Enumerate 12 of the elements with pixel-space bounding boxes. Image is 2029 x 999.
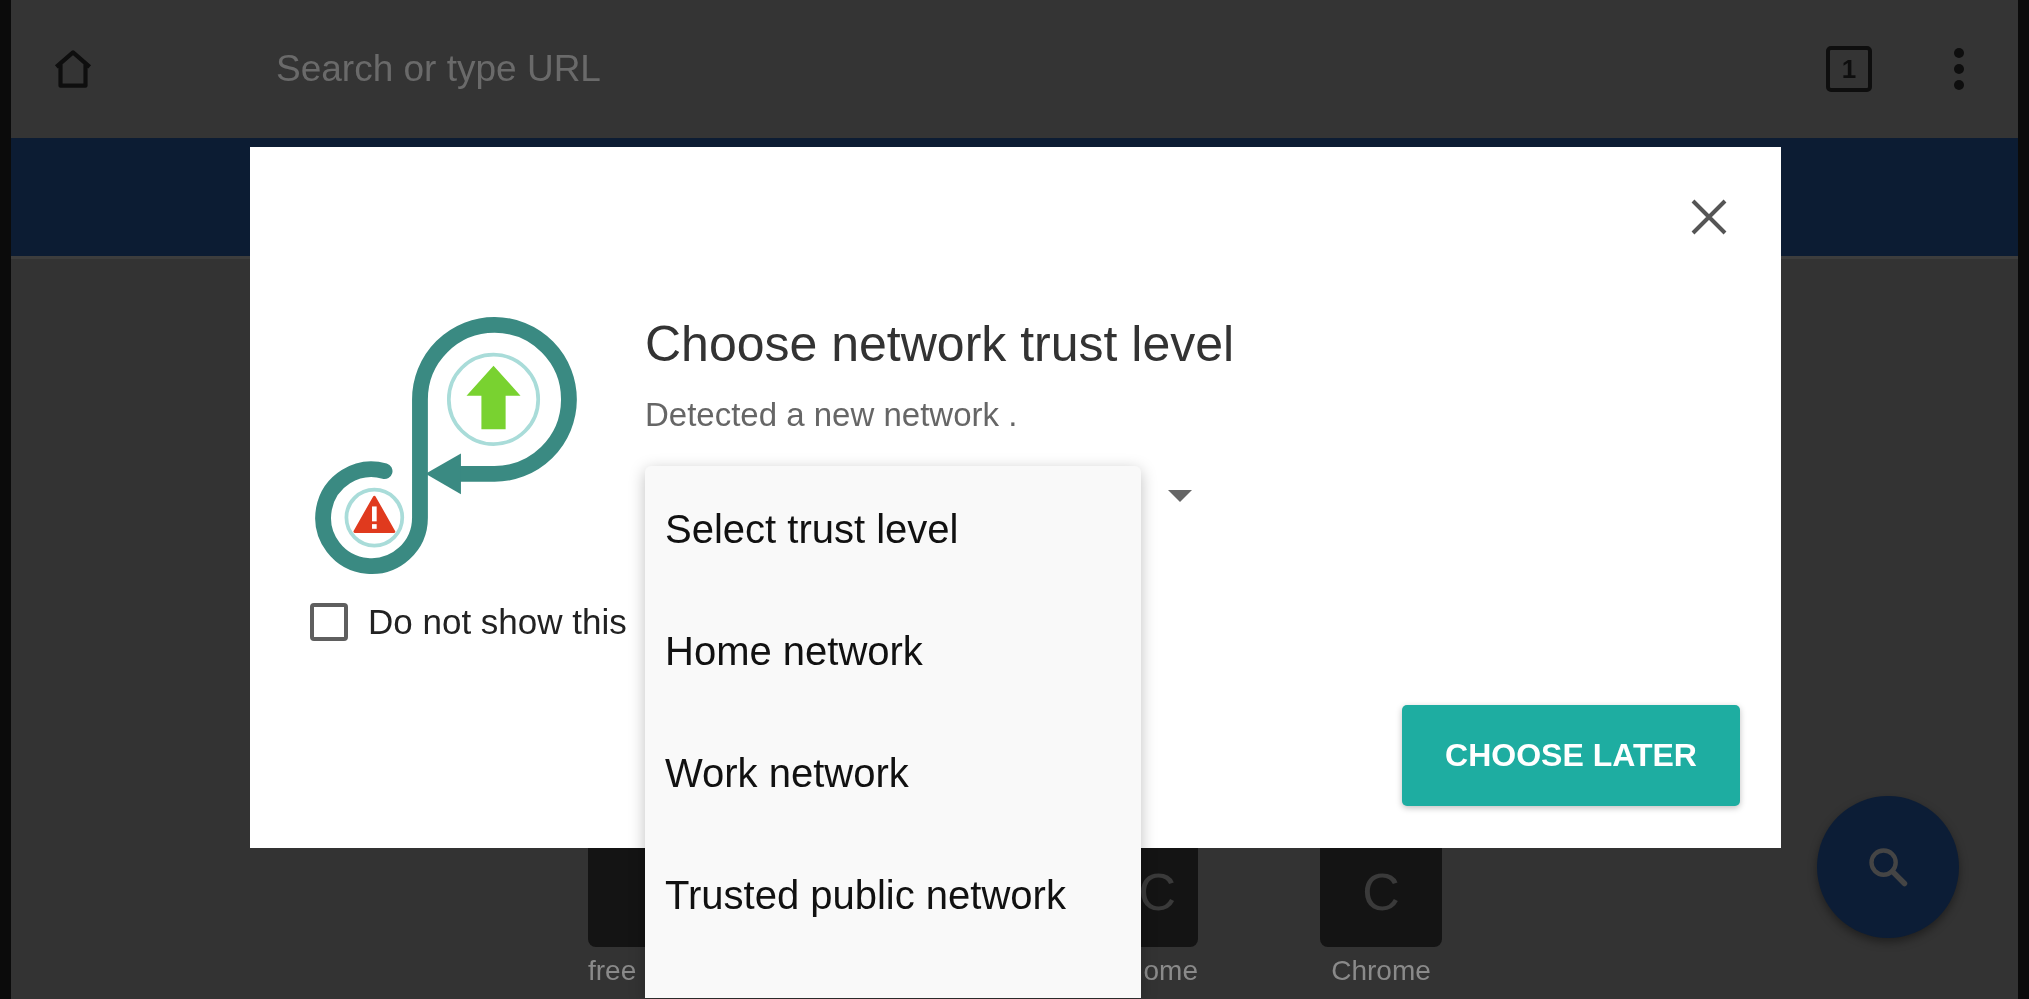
- checkbox-label: Do not show this: [368, 602, 627, 642]
- menu-option[interactable]: Trusted public network: [645, 834, 1141, 956]
- menu-option[interactable]: Select trust level: [645, 468, 1141, 590]
- dropdown-arrow-icon[interactable]: [1168, 490, 1192, 502]
- dialog-title: Choose network trust level: [645, 315, 1235, 374]
- dialog-message: Detected a new network .: [645, 395, 1019, 435]
- menu-option[interactable]: Home network: [645, 590, 1141, 712]
- menu-option[interactable]: Work network: [645, 712, 1141, 834]
- shortcut-label[interactable]: Chrome: [1320, 955, 1442, 987]
- checkbox[interactable]: [310, 603, 348, 641]
- search-icon: [1866, 845, 1910, 889]
- close-icon[interactable]: [1689, 197, 1729, 237]
